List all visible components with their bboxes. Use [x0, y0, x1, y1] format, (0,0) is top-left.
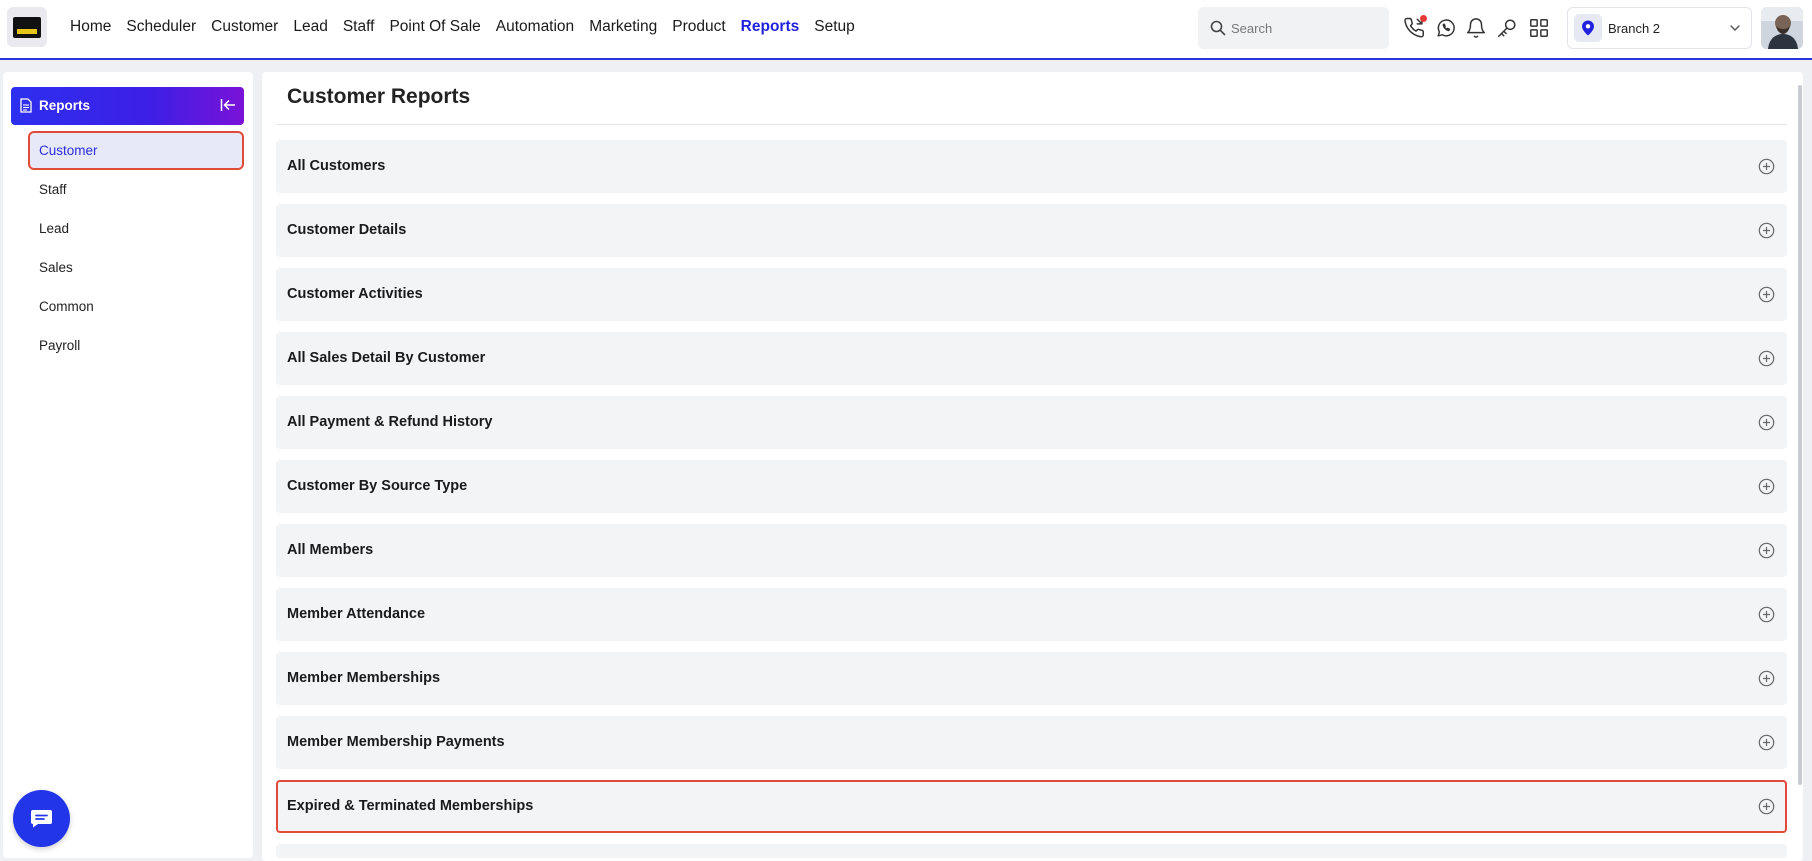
nav-point-of-sale[interactable]: Point Of Sale [389, 18, 480, 36]
report-list: All Customers Customer Details Customer … [276, 140, 1787, 858]
search-icon [1210, 20, 1226, 36]
collapse-sidebar-icon[interactable] [220, 97, 236, 113]
nav-staff[interactable]: Staff [343, 18, 375, 36]
sidebar-header: Reports [11, 87, 244, 125]
expand-plus-icon[interactable] [1758, 222, 1775, 239]
sidebar-item-sales[interactable]: Sales [28, 248, 244, 287]
location-pin-icon [1574, 14, 1602, 42]
report-all-customers[interactable]: All Customers [276, 140, 1787, 193]
report-next-partial[interactable] [276, 844, 1787, 858]
search-box[interactable] [1198, 7, 1389, 49]
nav-scheduler[interactable]: Scheduler [126, 18, 196, 36]
report-label: Expired & Terminated Memberships [287, 798, 534, 814]
expand-plus-icon[interactable] [1758, 350, 1775, 367]
expand-plus-icon[interactable] [1758, 478, 1775, 495]
nav-lead[interactable]: Lead [293, 18, 327, 36]
nav-product[interactable]: Product [672, 18, 725, 36]
main-content: Customer Reports All Customers Customer … [262, 72, 1803, 861]
expand-plus-icon[interactable] [1758, 734, 1775, 751]
nav-marketing[interactable]: Marketing [589, 18, 657, 36]
search-input[interactable] [1231, 18, 1381, 38]
report-all-members[interactable]: All Members [276, 524, 1787, 577]
sidebar: Reports Customer Staff Lead Sales Common… [3, 72, 253, 858]
branch-label: Branch 2 [1608, 21, 1661, 36]
main-nav: Home Scheduler Customer Lead Staff Point… [70, 18, 870, 36]
chat-icon [31, 810, 52, 828]
phone-icon[interactable] [1404, 15, 1427, 39]
expand-plus-icon[interactable] [1758, 798, 1775, 815]
title-divider [276, 124, 1787, 125]
report-label: All Members [287, 542, 374, 558]
report-label: Customer Details [287, 222, 407, 238]
sidebar-menu: Customer Staff Lead Sales Common Payroll [28, 131, 244, 365]
report-label: Member Membership Payments [287, 734, 505, 750]
page-title: Customer Reports [287, 85, 471, 108]
key-icon[interactable] [1496, 17, 1518, 39]
report-label: Customer Activities [287, 286, 423, 302]
report-label: Customer By Source Type [287, 478, 468, 494]
report-customer-details[interactable]: Customer Details [276, 204, 1787, 257]
report-member-memberships[interactable]: Member Memberships [276, 652, 1787, 705]
expand-plus-icon[interactable] [1758, 286, 1775, 303]
app-logo[interactable] [7, 7, 47, 47]
top-bar: Home Scheduler Customer Lead Staff Point… [0, 0, 1812, 60]
report-expired-terminated-memberships[interactable]: Expired & Terminated Memberships [276, 780, 1787, 833]
expand-plus-icon[interactable] [1758, 158, 1775, 175]
report-member-attendance[interactable]: Member Attendance [276, 588, 1787, 641]
sidebar-title: Reports [39, 98, 91, 113]
report-all-sales-detail-by-customer[interactable]: All Sales Detail By Customer [276, 332, 1787, 385]
document-icon [20, 98, 32, 113]
nav-setup[interactable]: Setup [814, 18, 855, 36]
grid-icon[interactable] [1528, 17, 1550, 39]
expand-plus-icon[interactable] [1758, 606, 1775, 623]
expand-plus-icon[interactable] [1758, 542, 1775, 559]
sidebar-item-staff[interactable]: Staff [28, 170, 244, 209]
sidebar-item-customer[interactable]: Customer [28, 131, 244, 170]
report-label: All Sales Detail By Customer [287, 350, 486, 366]
sidebar-item-lead[interactable]: Lead [28, 209, 244, 248]
report-label: Member Attendance [287, 606, 426, 622]
logo-mark [13, 17, 41, 38]
whatsapp-icon[interactable] [1435, 17, 1457, 39]
nav-reports[interactable]: Reports [741, 18, 800, 36]
sidebar-item-common[interactable]: Common [28, 287, 244, 326]
chevron-down-icon [1730, 25, 1740, 31]
report-label: All Customers [287, 158, 386, 174]
report-label: Member Memberships [287, 670, 441, 686]
user-avatar[interactable] [1761, 7, 1803, 49]
expand-plus-icon[interactable] [1758, 670, 1775, 687]
chat-support-button[interactable] [13, 790, 70, 847]
branch-selector[interactable]: Branch 2 [1567, 7, 1752, 49]
report-customer-by-source-type[interactable]: Customer By Source Type [276, 460, 1787, 513]
report-customer-activities[interactable]: Customer Activities [276, 268, 1787, 321]
nav-customer[interactable]: Customer [211, 18, 278, 36]
sidebar-item-payroll[interactable]: Payroll [28, 326, 244, 365]
report-all-payment-refund-history[interactable]: All Payment & Refund History [276, 396, 1787, 449]
bell-icon[interactable] [1465, 17, 1487, 39]
expand-plus-icon[interactable] [1758, 414, 1775, 431]
nav-home[interactable]: Home [70, 18, 111, 36]
nav-automation[interactable]: Automation [496, 18, 574, 36]
page-scrollbar[interactable] [1798, 85, 1802, 785]
report-member-membership-payments[interactable]: Member Membership Payments [276, 716, 1787, 769]
logo-stripe [17, 29, 37, 34]
report-label: All Payment & Refund History [287, 414, 493, 430]
notification-dot [1420, 15, 1427, 22]
